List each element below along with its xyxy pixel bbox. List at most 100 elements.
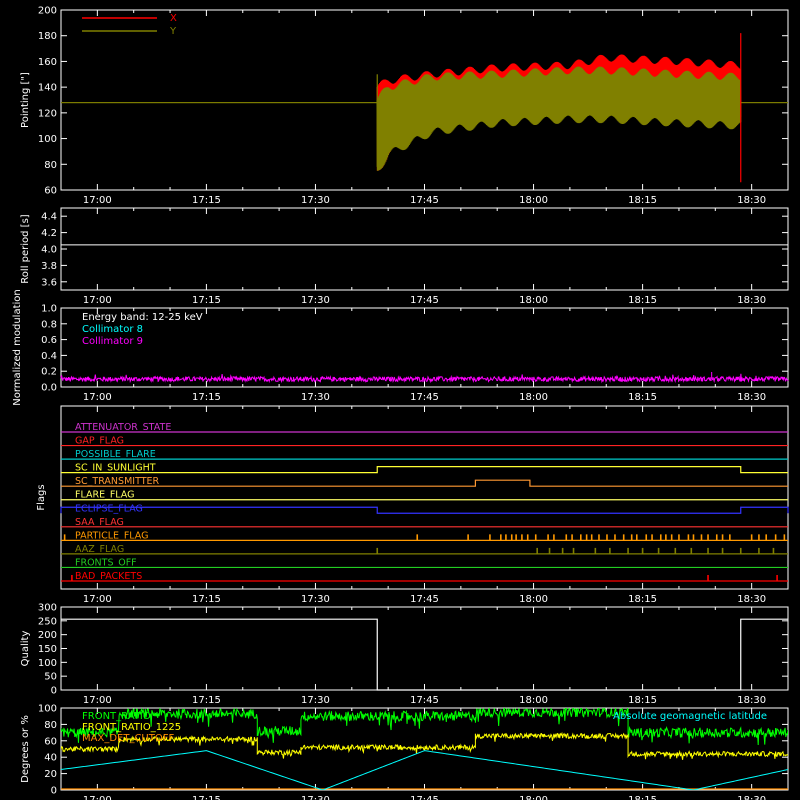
- x-tick-label: 17:45: [410, 594, 439, 605]
- x-tick-label: 17:15: [192, 695, 221, 706]
- flag-row-attenuator-state: ATTENUATOR_STATE: [61, 422, 788, 433]
- x-tick-label: 18:15: [628, 392, 657, 403]
- y-axis-title: Degrees or %: [20, 715, 31, 783]
- x-tick-label: 18:00: [519, 392, 548, 403]
- x-tick-label: 17:00: [83, 594, 112, 605]
- x-tick-label: 17:30: [301, 295, 330, 306]
- x-tick-label: 17:45: [410, 392, 439, 403]
- y-axis-title: Roll period [s]: [20, 214, 31, 283]
- flag-label: POSSIBLE_FLARE: [75, 449, 156, 460]
- legend-label-geomagnetic-latitude: Absolute geomagnetic latitude: [613, 711, 767, 722]
- flag-line: [61, 466, 788, 474]
- y-tick-label: 120: [38, 108, 57, 119]
- y-tick-label: 100: [38, 704, 57, 715]
- y-tick-label: 100: [38, 134, 57, 145]
- x-tick-label: 18:15: [628, 695, 657, 706]
- x-tick-label: 18:15: [628, 295, 657, 306]
- x-tick-label: 18:00: [519, 195, 548, 206]
- x-tick-label: 17:30: [301, 392, 330, 403]
- panel-quality: 17:00 17:15 17:30 17:45 18:00 18:15 18:30 0 50 10…: [20, 603, 789, 706]
- x-tick-label: 18:00: [519, 795, 548, 800]
- x-tick-label: 17:15: [192, 594, 221, 605]
- panel-modulation: 17:00 17:15 17:30 17:45 18:00 18:15 18:30 0.0 0.…: [12, 289, 789, 406]
- x-tick-label: 17:00: [83, 295, 112, 306]
- x-tick-label: 18:30: [737, 594, 766, 605]
- x-tick-label: 17:00: [83, 195, 112, 206]
- y-tick-label: 0.6: [41, 335, 57, 346]
- y-axis-title: Flags: [36, 484, 47, 510]
- y-tick-label: 250: [38, 616, 57, 627]
- panel-roll-period: 17:00 17:15 17:30 17:45 18:00 18:15 18:30 3.6 3.…: [20, 207, 789, 306]
- x-tick-label: 18:00: [519, 695, 548, 706]
- y-tick-label: 4.2: [41, 228, 57, 239]
- y-axis-title: Normalized modulation: [12, 289, 23, 406]
- flag-row-gap-flag: GAP_FLAG: [61, 436, 788, 447]
- legend-label-y: Y: [169, 26, 177, 37]
- legend-label-max-det-cutoff: MAX_DET_CUTOFF: [82, 733, 174, 744]
- flag-row-saa-flag: SAA_FLAG: [61, 517, 788, 528]
- x-tick-label: 17:45: [410, 295, 439, 306]
- modulation-annotation: Collimator 9: [82, 336, 143, 347]
- x-tick-label: 18:00: [519, 594, 548, 605]
- flag-row-particle-flag: PARTICLE_FLAG: [61, 530, 788, 541]
- y-tick-label: 200: [38, 6, 57, 17]
- x-tick-label: 17:00: [83, 392, 112, 403]
- flag-row-bad-packets: BAD_PACKETS: [61, 571, 788, 582]
- flag-label: BAD_PACKETS: [75, 571, 142, 582]
- x-tick-label: 18:30: [737, 295, 766, 306]
- y-tick-label: 0: [51, 786, 57, 797]
- flag-label: PARTICLE_FLAG: [75, 530, 148, 541]
- panel-pointing: 17:00 17:15 17:30 17:45 18:00 18:15 18:30 60 80 1…: [20, 6, 789, 206]
- flag-label: ATTENUATOR_STATE: [75, 422, 171, 433]
- y-tick-label: 0.0: [41, 383, 57, 394]
- y-tick-label: 0.8: [41, 319, 57, 330]
- panel-frame: [60, 405, 789, 590]
- flag-row-eclipse-flag: ECLIPSE_FLAG: [60, 503, 789, 514]
- x-tick-label: 17:15: [192, 392, 221, 403]
- y-axis-title: Quality: [20, 631, 31, 667]
- x-tick-label: 18:30: [737, 795, 766, 800]
- panel-flags: 17:00 17:15 17:30 17:45 18:00 18:15 18:30 Flags…: [36, 405, 789, 605]
- flag-label: ECLIPSE_FLAG: [75, 503, 143, 514]
- pointing-plot-area: [61, 33, 788, 183]
- legend-label-x: X: [170, 13, 177, 24]
- collimator-9-line: [60, 373, 789, 384]
- y-tick-label: 4.4: [41, 212, 57, 223]
- y-tick-label: 3.6: [41, 277, 57, 288]
- flag-label: AAZ_FLAG: [75, 544, 124, 555]
- x-tick-label: 17:45: [410, 195, 439, 206]
- x-tick-label: 17:15: [192, 795, 221, 800]
- x-tick-label: 18:00: [519, 295, 548, 306]
- y-tick-label: 160: [38, 57, 57, 68]
- x-tick-label: 18:15: [628, 195, 657, 206]
- x-tick-label: 18:30: [737, 695, 766, 706]
- y-tick-label: 140: [38, 83, 57, 94]
- x-tick-label: 17:00: [83, 795, 112, 800]
- y-tick-label: 80: [44, 160, 57, 171]
- x-tick-label: 17:30: [301, 695, 330, 706]
- y-tick-label: 200: [38, 630, 57, 641]
- flag-row-flare-flag: FLARE_FLAG: [61, 490, 788, 501]
- flag-label: FLARE_FLAG: [75, 490, 135, 501]
- x-tick-label: 17:30: [301, 195, 330, 206]
- y-tick-label: 0: [51, 686, 57, 697]
- x-tick-label: 18:15: [628, 594, 657, 605]
- modulation-annotation: Collimator 8: [82, 324, 143, 335]
- y-tick-label: 20: [44, 769, 57, 780]
- y-tick-label: 180: [38, 31, 57, 42]
- y-axis-title: Pointing ["]: [20, 72, 31, 128]
- figure-canvas: 17:00 17:15 17:30 17:45 18:00 18:15 18:30 60 80 1…: [12, 6, 789, 800]
- flag-label: FRONTS_OFF: [75, 557, 137, 568]
- y-tick-label: 50: [44, 672, 57, 683]
- flag-line: [60, 506, 789, 514]
- flag-label: GAP_FLAG: [75, 436, 124, 447]
- flag-row-sc-transmitter: SC_TRANSMITTER: [61, 476, 788, 487]
- y-tick-label: 1.0: [41, 304, 57, 315]
- x-tick-label: 17:45: [410, 795, 439, 800]
- y-tick-label: 80: [44, 720, 57, 731]
- y-tick-label: 40: [44, 753, 57, 764]
- y-tick-label: 60: [44, 186, 57, 197]
- legend-label-front-ratio-1225: FRONT_RATIO_1225: [82, 722, 181, 733]
- flag-line: [61, 479, 788, 487]
- x-tick-label: 17:15: [192, 295, 221, 306]
